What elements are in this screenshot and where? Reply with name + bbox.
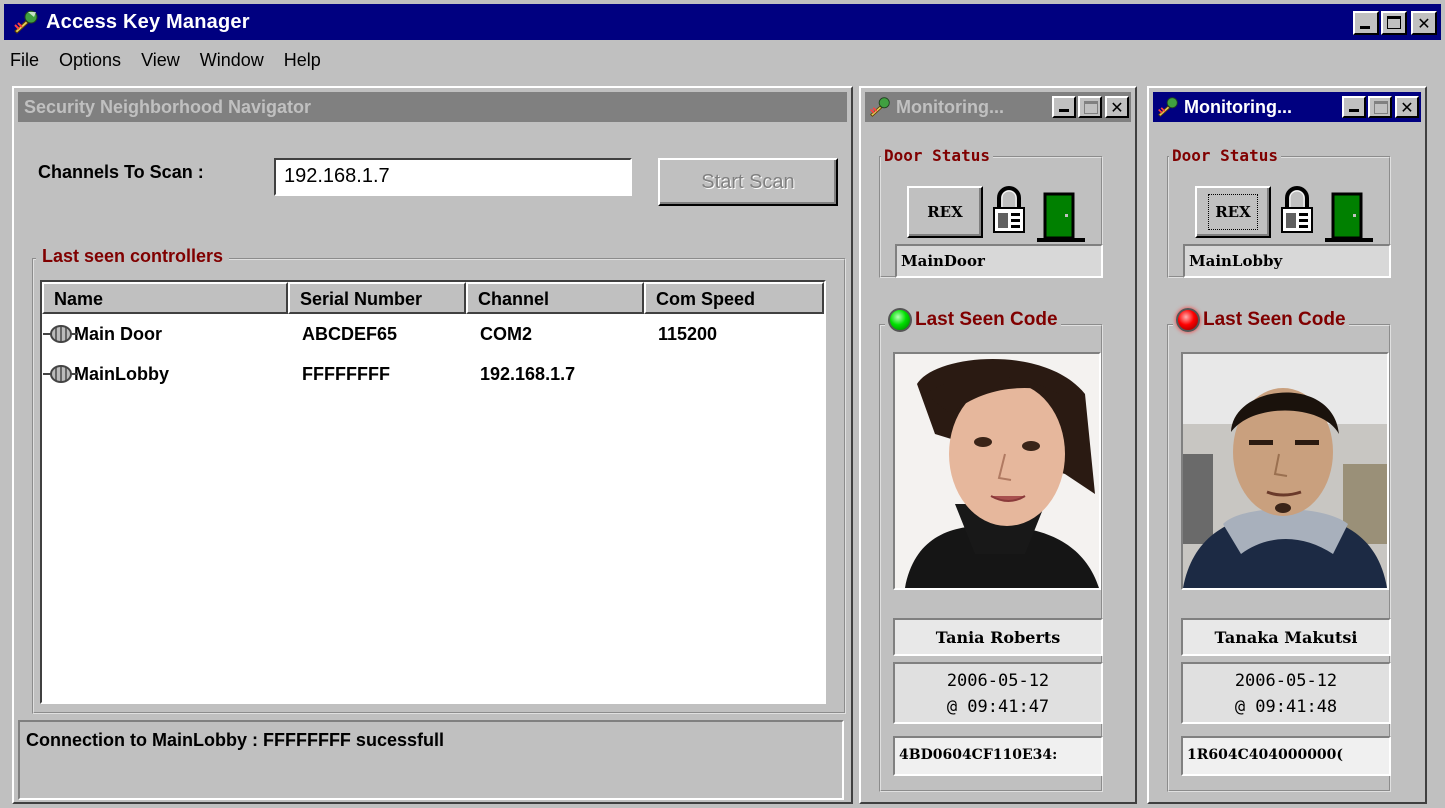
- padlock-icon: [991, 186, 1027, 236]
- row-channel: COM2: [480, 323, 533, 344]
- close-icon: ✕: [1400, 97, 1414, 117]
- monitoring-window-mainlobby: Monitoring... ✕ Door Status REX MainLobb…: [1147, 86, 1427, 804]
- monitoring-window-maindoor: Monitoring... ✕ Door Status REX MainDoor…: [859, 86, 1137, 804]
- last-seen-date: 2006-05-12: [1234, 671, 1338, 691]
- maximize-icon: [1374, 101, 1388, 114]
- minimize-icon: [1059, 109, 1069, 112]
- column-header-channel[interactable]: Channel: [466, 282, 644, 314]
- monitor-title: Monitoring...: [1184, 96, 1292, 117]
- column-header-name[interactable]: Name: [42, 282, 288, 314]
- status-text: Connection to MainLobby : FFFFFFFF suces…: [26, 730, 444, 750]
- access-code-field: 4BD0604CF110E34:: [893, 736, 1103, 776]
- close-button[interactable]: ✕: [1105, 96, 1129, 118]
- monitor-title-bar[interactable]: Monitoring... ✕: [1153, 92, 1421, 122]
- status-led-icon: [1176, 308, 1200, 332]
- door-status-label: Door Status: [1169, 146, 1281, 165]
- last-seen-timestamp: 2006-05-12 @ 09:41:48: [1181, 662, 1391, 724]
- column-header-speed[interactable]: Com Speed: [644, 282, 824, 314]
- minimize-button[interactable]: [1342, 96, 1366, 118]
- app-key-icon: [868, 96, 892, 118]
- door-status-label: Door Status: [881, 146, 993, 165]
- last-seen-time: @ 09:41:48: [1234, 697, 1338, 717]
- person-photo: [893, 352, 1101, 590]
- minimize-icon: [1349, 109, 1359, 112]
- rex-label: REX: [1208, 194, 1258, 230]
- status-led-icon: [888, 308, 912, 332]
- controllers-group-label: Last seen controllers: [36, 246, 230, 267]
- menu-help[interactable]: Help: [274, 50, 331, 71]
- minimize-button[interactable]: [1353, 11, 1379, 35]
- last-seen-time: @ 09:41:47: [946, 697, 1050, 717]
- controller-icon: [43, 325, 78, 343]
- row-name: Main Door: [74, 323, 162, 344]
- column-header-serial[interactable]: Serial Number: [288, 282, 466, 314]
- menu-options[interactable]: Options: [49, 50, 131, 71]
- app-title: Access Key Manager: [46, 10, 250, 33]
- last-seen-date: 2006-05-12: [946, 671, 1050, 691]
- minimize-button[interactable]: [1052, 96, 1076, 118]
- row-name: MainLobby: [74, 363, 169, 384]
- menu-window[interactable]: Window: [190, 50, 274, 71]
- door-name-field: MainLobby: [1183, 244, 1391, 278]
- last-seen-label: Last Seen Code: [1203, 309, 1346, 330]
- controllers-list[interactable]: Name Serial Number Channel Com Speed Mai…: [40, 280, 826, 704]
- row-speed: 115200: [658, 323, 718, 344]
- app-key-icon: [12, 9, 40, 35]
- rex-button[interactable]: REX: [907, 186, 983, 238]
- person-name-field: Tania Roberts: [893, 618, 1103, 656]
- start-scan-button[interactable]: Start Scan: [658, 158, 838, 206]
- navigator-window: Security Neighborhood Navigator Channels…: [12, 86, 853, 804]
- row-serial: ABCDEF65: [302, 323, 398, 344]
- table-row[interactable]: MainLobby FFFFFFFF 192.168.1.7: [42, 354, 824, 394]
- close-icon: ✕: [1417, 13, 1431, 33]
- monitor-title: Monitoring...: [896, 96, 1004, 117]
- rex-button[interactable]: REX: [1195, 186, 1271, 238]
- title-bar[interactable]: Access Key Manager ✕: [4, 4, 1441, 40]
- menu-view[interactable]: View: [131, 50, 190, 71]
- channels-input[interactable]: 192.168.1.7: [274, 158, 632, 196]
- navigator-title-bar[interactable]: Security Neighborhood Navigator: [18, 92, 847, 122]
- door-icon: [1037, 192, 1085, 244]
- row-serial: FFFFFFFF: [302, 363, 390, 384]
- main-window: Access Key Manager ✕ File Options View W…: [0, 0, 1445, 808]
- maximize-icon: [1387, 16, 1401, 29]
- door-icon: [1325, 192, 1373, 244]
- app-key-icon: [1156, 96, 1180, 118]
- last-seen-label: Last Seen Code: [915, 309, 1058, 330]
- door-name-field: MainDoor: [895, 244, 1103, 278]
- person-photo: [1181, 352, 1389, 590]
- close-icon: ✕: [1110, 97, 1124, 117]
- last-seen-timestamp: 2006-05-12 @ 09:41:47: [893, 662, 1103, 724]
- status-panel: Connection to MainLobby : FFFFFFFF suces…: [18, 720, 844, 800]
- navigator-title: Security Neighborhood Navigator: [24, 96, 312, 117]
- maximize-button[interactable]: [1368, 96, 1392, 118]
- maximize-button[interactable]: [1078, 96, 1102, 118]
- row-channel: 192.168.1.7: [480, 363, 576, 384]
- monitor-title-bar[interactable]: Monitoring... ✕: [865, 92, 1131, 122]
- table-row[interactable]: Main Door ABCDEF65 COM2 115200: [42, 314, 824, 354]
- rex-label: REX: [927, 203, 963, 221]
- close-button[interactable]: ✕: [1395, 96, 1419, 118]
- channels-label: Channels To Scan :: [38, 162, 204, 182]
- maximize-icon: [1084, 101, 1098, 114]
- start-scan-label: Start Scan: [701, 170, 795, 193]
- menu-bar: File Options View Window Help: [4, 44, 331, 76]
- controller-icon: [43, 365, 78, 383]
- person-name-field: Tanaka Makutsi: [1181, 618, 1391, 656]
- minimize-icon: [1360, 26, 1370, 29]
- menu-file[interactable]: File: [4, 50, 49, 71]
- padlock-icon: [1279, 186, 1315, 236]
- list-header: Name Serial Number Channel Com Speed: [42, 282, 824, 314]
- access-code-field: 1R604C404000000(: [1181, 736, 1391, 776]
- maximize-button[interactable]: [1381, 11, 1407, 35]
- close-button[interactable]: ✕: [1411, 11, 1437, 35]
